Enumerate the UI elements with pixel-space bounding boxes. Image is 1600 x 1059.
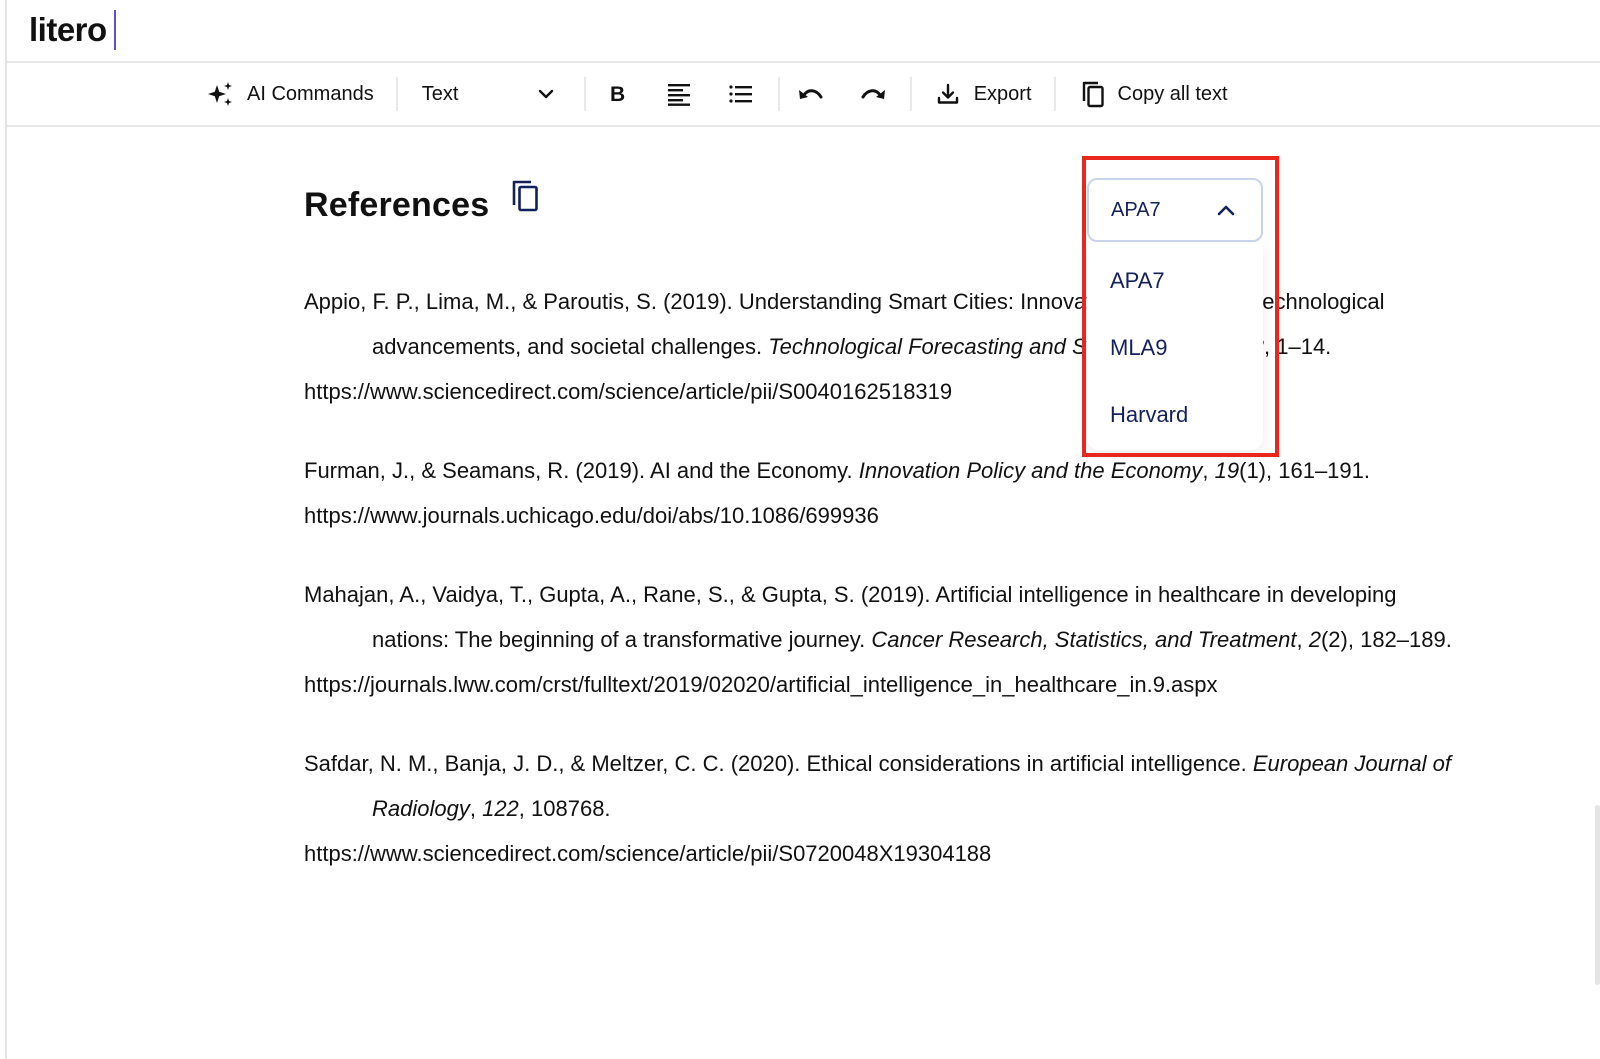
copy-references-icon[interactable] [511,179,541,218]
copy-all-text-label: Copy all text [1117,82,1228,105]
reference-url[interactable]: https://www.sciencedirect.com/science/ar… [304,369,1454,414]
reference-volume: 19 [1214,458,1240,483]
citation-style-select[interactable]: APA7 [1087,178,1263,242]
ai-commands-label: AI Commands [247,82,374,105]
undo-button[interactable] [780,63,842,125]
reference-text: Safdar, N. M., Banja, J. D., & Meltzer, … [304,751,1253,776]
bullet-list-button[interactable] [710,63,772,125]
reference-pages: (2), 182–189. [1320,627,1452,652]
references-heading-row: References [304,180,541,225]
reference-url[interactable]: https://www.journals.uchicago.edu/doi/ab… [304,493,1454,538]
redo-icon [859,80,887,108]
reference-url[interactable]: https://www.sciencedirect.com/science/ar… [304,831,1454,876]
reference-sep: , [1202,458,1215,483]
reference-pages: , 1–14. [1264,334,1332,359]
reference-pages: , 108768. [518,796,611,821]
reference-entry[interactable]: Mahajan, A., Vaidya, T., Gupta, A., Rane… [304,572,1454,707]
citation-option-apa7[interactable]: APA7 [1087,247,1263,314]
chevron-up-icon [1217,199,1235,222]
reference-text: Furman, J., & Seamans, R. (2019). AI and… [304,458,859,483]
logo[interactable]: litero [29,10,116,50]
text-cursor [113,10,116,50]
reference-url[interactable]: https://journals.lww.com/crst/fulltext/2… [304,662,1454,707]
reference-volume: 122 [482,796,519,821]
download-icon [934,80,962,108]
reference-entry[interactable]: Safdar, N. M., Banja, J. D., & Meltzer, … [304,741,1454,876]
align-left-icon [665,80,693,108]
bold-icon: B [603,80,631,108]
editor-toolbar: AI Commands Text B Export Copy all text [7,63,1600,127]
redo-button[interactable] [842,63,904,125]
svg-text:B: B [610,83,625,105]
top-bar: litero [7,0,1600,63]
reference-list: Appio, F. P., Lima, M., & Paroutis, S. (… [304,279,1454,910]
chevron-down-icon [532,80,560,108]
citation-option-harvard[interactable]: Harvard [1087,381,1263,448]
align-left-button[interactable] [648,63,710,125]
bullet-list-icon [727,80,755,108]
reference-entry[interactable]: Furman, J., & Seamans, R. (2019). AI and… [304,448,1454,538]
export-label: Export [973,82,1032,105]
editor-app: litero AI Commands Text B Export Copy al… [5,0,1600,1059]
reference-sep: , [1296,627,1309,652]
ai-commands-button[interactable]: AI Commands [207,63,396,125]
export-button[interactable]: Export [912,63,1054,125]
block-type-value: Text [421,82,459,105]
block-type-select[interactable]: Text [398,63,584,125]
reference-journal: Innovation Policy and the Economy [858,458,1203,483]
logo-text: litero [29,11,107,48]
bold-button[interactable]: B [586,63,648,125]
reference-entry[interactable]: Appio, F. P., Lima, M., & Paroutis, S. (… [304,279,1454,414]
vertical-scrollbar[interactable] [1595,805,1600,985]
reference-sep: , [469,796,483,821]
citation-option-mla9[interactable]: MLA9 [1087,314,1263,381]
sparkles-icon [207,80,235,108]
copy-icon [1080,80,1108,108]
citation-style-value: APA7 [1111,198,1161,221]
undo-icon [797,80,825,108]
document-area: References Appio, F. P., Lima, M., & Par… [7,129,1600,1059]
references-heading: References [304,186,490,224]
reference-journal: Cancer Research, Statistics, and Treatme… [871,627,1297,652]
copy-all-text-button[interactable]: Copy all text [1056,63,1250,125]
reference-volume: 2 [1308,627,1321,652]
reference-pages: (1), 161–191. [1239,458,1370,483]
citation-style-menu: APA7 MLA9 Harvard [1087,242,1263,450]
